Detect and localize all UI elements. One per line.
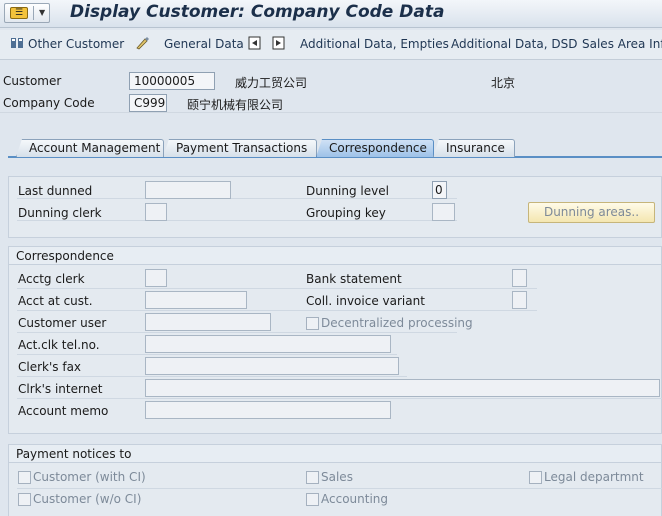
clrks-internet-label: Clrk's internet [18, 382, 103, 396]
row-divider [17, 398, 662, 399]
dunning-areas-button[interactable]: Dunning areas.. [528, 202, 655, 223]
customer-label: Customer [3, 74, 62, 88]
customer-user-label: Customer user [18, 316, 107, 330]
application-toolbar: Other Customer General Data Additional D… [0, 30, 662, 60]
bank-statement-field[interactable] [512, 269, 527, 287]
other-customer-button[interactable]: Other Customer [28, 37, 124, 51]
acctg-clerk-field[interactable] [145, 269, 167, 287]
coll-invoice-variant-field[interactable] [512, 291, 527, 309]
dunning-level-field[interactable]: 0 [432, 181, 447, 199]
row-divider [17, 354, 397, 355]
tab-correspondence[interactable]: Correspondence [316, 139, 434, 157]
dunning-clerk-field[interactable] [145, 203, 167, 221]
row-divider [17, 376, 407, 377]
legal-department-checkbox[interactable] [529, 471, 542, 484]
last-dunned-field[interactable] [145, 181, 231, 199]
clerks-fax-field[interactable] [145, 357, 399, 375]
customer-wo-ci-checkbox[interactable] [18, 493, 31, 506]
other-customer-icon [11, 38, 23, 48]
system-menu-button[interactable]: ☰ ▼ [4, 3, 50, 23]
act-clk-tel-field[interactable] [145, 335, 391, 353]
accounting-checkbox[interactable] [306, 493, 319, 506]
customer-number-field[interactable]: 10000005 [129, 72, 215, 90]
additional-data-dsd-button[interactable]: Additional Data, DSD [451, 37, 577, 51]
sales-checkbox[interactable] [306, 471, 319, 484]
bank-statement-label: Bank statement [306, 272, 402, 286]
account-memo-label: Account memo [18, 404, 109, 418]
title-bar: ☰ ▼ Display Customer: Company Code Data [0, 0, 662, 28]
tab-account-management[interactable]: Account Management [16, 139, 164, 157]
correspondence-group-title: Correspondence [9, 247, 661, 265]
company-code-field[interactable]: C999 [129, 94, 167, 112]
grouping-key-label: Grouping key [306, 206, 386, 220]
previous-screen-icon[interactable] [248, 36, 262, 50]
acct-at-cust-label: Acct at cust. [18, 294, 93, 308]
row-divider [17, 288, 537, 289]
decentralized-processing-label: Decentralized processing [321, 316, 473, 330]
additional-data-empties-button[interactable]: Additional Data, Empties [300, 37, 449, 51]
customer-with-ci-checkbox[interactable] [18, 471, 31, 484]
next-screen-icon[interactable] [272, 36, 286, 50]
customer-wo-ci-label: Customer (w/o CI) [33, 492, 142, 506]
pencil-glasses-icon [136, 37, 149, 50]
decentralized-processing-checkbox[interactable] [306, 317, 319, 330]
customer-user-field[interactable] [145, 313, 271, 331]
acctg-clerk-label: Acctg clerk [18, 272, 85, 286]
accounting-label: Accounting [321, 492, 389, 506]
account-memo-field[interactable] [145, 401, 391, 419]
sales-area-info-button[interactable]: Sales Area Info [582, 37, 662, 51]
general-data-button[interactable]: General Data [164, 37, 244, 51]
clerks-fax-label: Clerk's fax [18, 360, 82, 374]
row-divider [17, 488, 662, 489]
legal-department-label: Legal departmnt [544, 470, 644, 484]
company-code-label: Company Code [3, 96, 95, 110]
grouping-key-field[interactable] [432, 203, 455, 221]
act-clk-tel-label: Act.clk tel.no. [18, 338, 100, 352]
coll-invoice-variant-label: Coll. invoice variant [306, 294, 425, 308]
tab-insurance[interactable]: Insurance [433, 139, 515, 157]
clrks-internet-field[interactable] [145, 379, 660, 397]
row-divider [17, 220, 457, 221]
company-name: 颐宁机械有限公司 [187, 98, 284, 112]
customer-name: 威力工贸公司 [235, 76, 308, 90]
window-title: Display Customer: Company Code Data [70, 2, 445, 22]
payment-notices-group-title: Payment notices to [9, 445, 661, 463]
menu-separator [33, 6, 34, 20]
chevron-down-icon: ▼ [39, 8, 46, 17]
sales-label: Sales [321, 470, 353, 484]
sap-menu-icon: ☰ [10, 7, 28, 19]
header-divider [0, 112, 662, 113]
customer-city: 北京 [491, 76, 516, 90]
row-divider [17, 310, 537, 311]
last-dunned-label: Last dunned [18, 184, 93, 198]
row-divider [17, 198, 457, 199]
dunning-clerk-label: Dunning clerk [18, 206, 102, 220]
customer-with-ci-label: Customer (with CI) [33, 470, 146, 484]
tab-payment-transactions[interactable]: Payment Transactions [163, 139, 317, 157]
dunning-level-label: Dunning level [306, 184, 389, 198]
row-divider [17, 332, 457, 333]
acct-at-cust-field[interactable] [145, 291, 247, 309]
